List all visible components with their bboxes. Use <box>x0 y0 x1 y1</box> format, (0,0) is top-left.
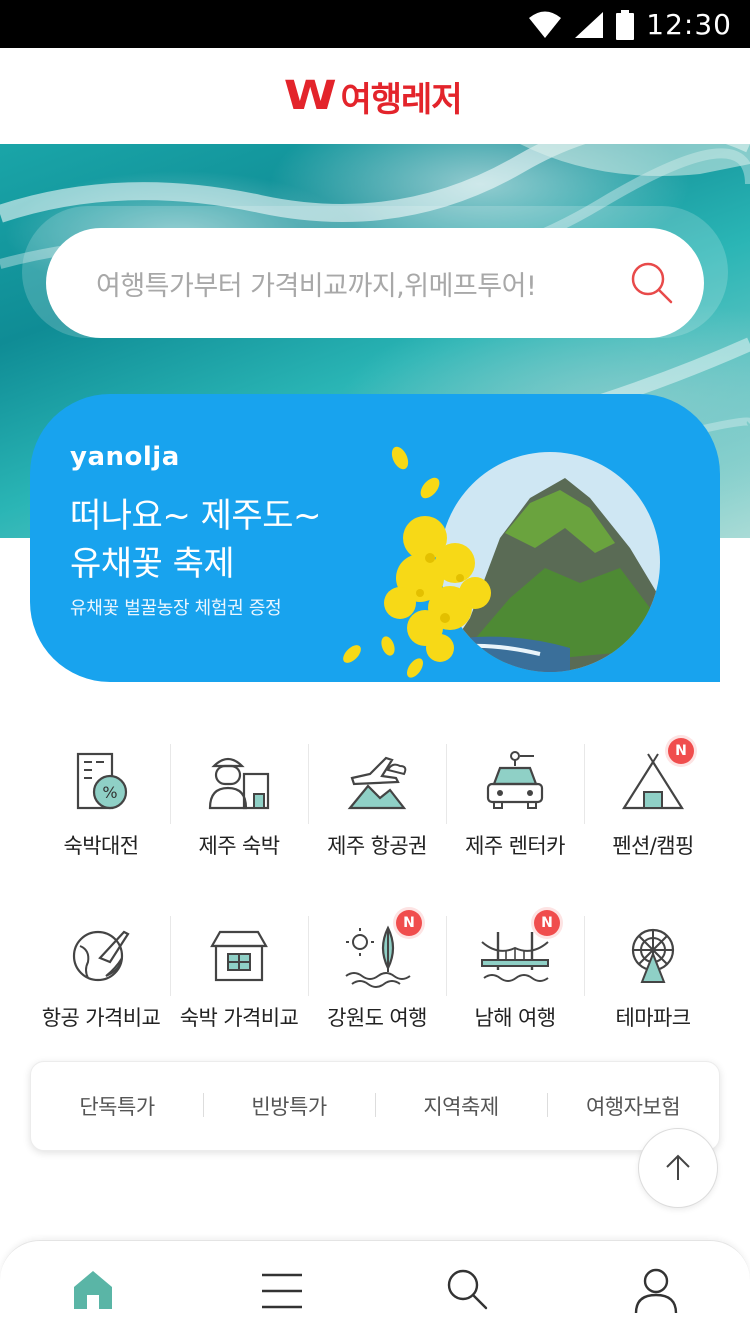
category-label: 강원도 여행 <box>327 1006 427 1030</box>
banner-title-line1: 떠나요~ 제주도~ <box>70 496 321 536</box>
category-namhae-trip[interactable]: N 남해 여행 <box>446 908 584 1058</box>
app-screen: 12:30 W 여행레저 여행특가부터 가격비교까지,위메프투어! yanolj… <box>0 0 750 1341</box>
bottom-nav <box>0 1240 750 1341</box>
category-label: 남해 여행 <box>474 1006 557 1030</box>
search-input[interactable]: 여행특가부터 가격비교까지,위메프투어! <box>96 264 537 303</box>
menu-icon <box>262 1273 302 1309</box>
category-label: 제주 숙박 <box>198 834 281 858</box>
tab-local-festival[interactable]: 지역축제 <box>375 1091 547 1121</box>
category-label: 제주 렌터카 <box>465 834 565 858</box>
wifi-icon <box>529 11 562 38</box>
category-row-1: % 숙박대전 제주 숙박 제주 항공권 제주 렌터카 N 펜션/캠핑 <box>32 736 722 886</box>
battery-icon <box>616 9 635 40</box>
category-stay-compare[interactable]: 숙박 가격비교 <box>170 908 308 1058</box>
category-jeju-rentcar[interactable]: 제주 렌터카 <box>446 736 584 886</box>
quick-tabs: 단독특가 빈방특가 지역축제 여행자보험 <box>30 1061 720 1151</box>
category-gangwon-trip[interactable]: N 강원도 여행 <box>308 908 446 1058</box>
app-header: W 여행레저 <box>0 48 750 144</box>
category-label: 숙박 가격비교 <box>179 1006 299 1030</box>
new-badge: N <box>396 910 422 936</box>
category-row-2: 항공 가격비교 숙박 가격비교 N 강원도 여행 N 남해 여행 테마파크 <box>32 908 722 1058</box>
jeju-stay-icon <box>208 757 270 810</box>
tab-exclusive-deal[interactable]: 단독특가 <box>31 1091 203 1121</box>
ferris-wheel-icon <box>631 928 675 983</box>
new-badge: N <box>534 910 560 936</box>
nav-home[interactable] <box>63 1267 123 1327</box>
category-jeju-stay[interactable]: 제주 숙박 <box>170 736 308 886</box>
scroll-to-top-button[interactable] <box>638 1128 718 1208</box>
nav-my-page[interactable] <box>626 1267 686 1327</box>
discount-hotel-icon: % <box>76 752 128 810</box>
taxi-car-icon <box>486 751 544 809</box>
user-icon <box>634 1268 678 1313</box>
airplane-icon <box>347 756 407 810</box>
category-label: 제주 항공권 <box>327 834 427 858</box>
brand-logo-mark[interactable]: W <box>284 73 337 119</box>
new-badge: N <box>668 738 694 764</box>
home-icon <box>74 1271 112 1309</box>
arrow-up-icon <box>666 1154 690 1180</box>
search-bar[interactable]: 여행특가부터 가격비교까지,위메프투어! <box>46 228 704 338</box>
tab-travel-insurance[interactable]: 여행자보험 <box>547 1091 719 1121</box>
jeju-island-illustration <box>343 446 660 678</box>
category-theme-park[interactable]: 테마파크 <box>584 908 722 1058</box>
nav-search[interactable] <box>437 1267 497 1327</box>
page-title: 여행레저 <box>340 79 463 120</box>
tab-vacancy-deal[interactable]: 빈방특가 <box>203 1091 375 1121</box>
nav-menu[interactable] <box>252 1267 312 1327</box>
category-label: 테마파크 <box>615 1006 691 1030</box>
status-icons: 12:30 <box>528 8 732 41</box>
house-icon <box>210 930 268 982</box>
banner-title: 떠나요~ 제주도~ 유채꽃 축제 <box>70 492 321 588</box>
canola-flowers <box>343 446 491 678</box>
search-icon[interactable] <box>630 261 674 305</box>
status-bar: 12:30 <box>0 0 750 48</box>
category-discount-stay[interactable]: % 숙박대전 <box>32 736 170 886</box>
category-jeju-flight[interactable]: 제주 항공권 <box>308 736 446 886</box>
status-time: 12:30 <box>646 8 732 41</box>
globe-plane-icon <box>72 930 130 982</box>
category-flight-compare[interactable]: 항공 가격비교 <box>32 908 170 1058</box>
banner-subtitle: 유채꽃 벌꿀농장 체험권 증정 <box>70 598 282 619</box>
category-label: 숙박대전 <box>63 834 139 858</box>
signal-icon <box>575 11 604 38</box>
promo-banner[interactable]: yanolja 떠나요~ 제주도~ 유채꽃 축제 유채꽃 벌꿀농장 체험권 증정 <box>30 394 720 682</box>
search-icon <box>447 1269 488 1310</box>
category-label: 펜션/캠핑 <box>612 834 694 858</box>
category-label: 항공 가격비교 <box>41 1006 161 1030</box>
banner-brand-logo: yanolja <box>70 442 180 472</box>
category-pension-camping[interactable]: N 펜션/캠핑 <box>584 736 722 886</box>
svg-text:%: % <box>102 783 117 802</box>
banner-title-line2: 유채꽃 축제 <box>70 544 235 584</box>
